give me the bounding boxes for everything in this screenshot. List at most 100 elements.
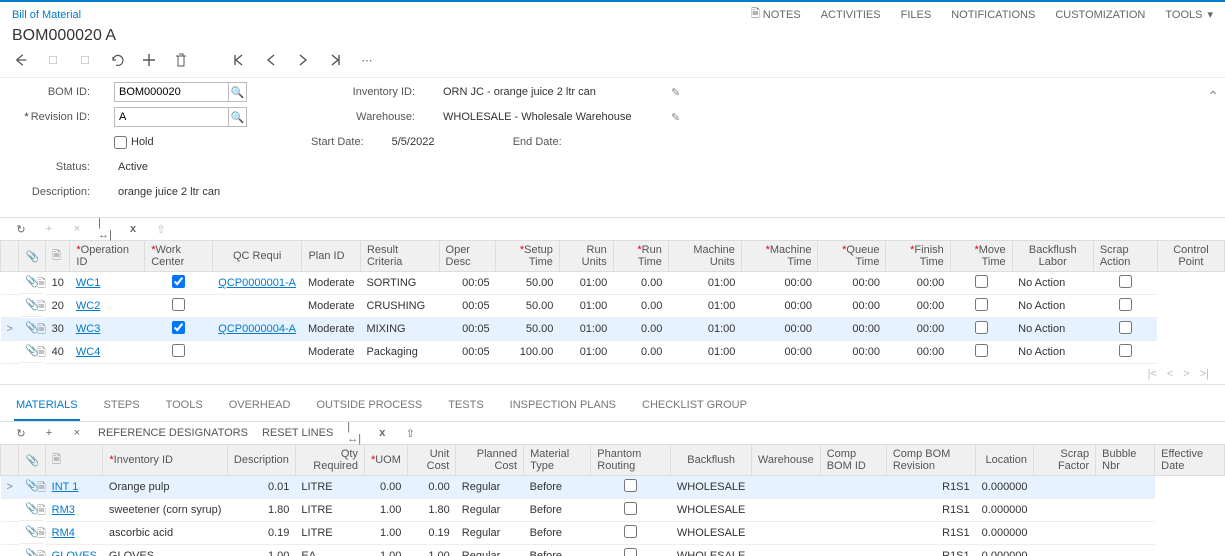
cell-scrap[interactable]: 0.000000	[976, 522, 1034, 545]
cell-uom[interactable]: LITRE	[295, 476, 364, 499]
row-expand-icon[interactable]	[1, 341, 19, 364]
tab-overhead[interactable]: OVERHEAD	[227, 393, 293, 421]
cell-backflush[interactable]	[591, 545, 671, 556]
col-queue-time[interactable]: *Queue Time	[818, 241, 886, 272]
mcol-planned-cost[interactable]: Planned Cost	[456, 445, 524, 476]
attachment-icon[interactable]: 📎	[19, 272, 31, 294]
cell-machine-time[interactable]: 01:00	[668, 295, 741, 318]
cell-qc[interactable]	[145, 318, 213, 341]
col-qc-requi[interactable]: QC Requi	[212, 241, 302, 272]
cell-comp-bom[interactable]	[751, 476, 820, 499]
cell-oper-desc[interactable]: MIXING	[360, 318, 439, 341]
cell-plan-id[interactable]: QCP0000001-A	[212, 272, 302, 295]
cell-queue-time[interactable]: 00:00	[741, 272, 818, 295]
attachment-icon[interactable]: 📎	[19, 318, 31, 340]
cell-inventory-id[interactable]: INT 1	[46, 476, 103, 499]
cell-qty[interactable]: 0.01	[227, 476, 295, 499]
cell-run-time[interactable]: 01:00	[559, 318, 613, 341]
cell-backflush[interactable]	[591, 499, 671, 522]
mcol-backflush[interactable]: Backflush	[671, 445, 751, 476]
table-row[interactable]: > 📎 🗎 30 WC3 QCP0000004-A Moderate MIXIN…	[1, 318, 1225, 341]
document-icon[interactable]: 🗎	[31, 499, 43, 521]
attachment-icon[interactable]: 📎	[19, 545, 31, 556]
cell-eff[interactable]	[1096, 476, 1155, 499]
mat-fit-button[interactable]: |↔|	[347, 426, 361, 440]
mcol-material-type[interactable]: Material Type	[524, 445, 591, 476]
cell-uom[interactable]: EA	[295, 545, 364, 556]
table-row[interactable]: > 📎 🗎 INT 1 Orange pulp 0.01 LITRE 0.00 …	[1, 476, 1225, 499]
ops-add-row-button[interactable]: +	[42, 222, 56, 236]
cell-work-center[interactable]: WC4	[70, 341, 145, 364]
menu-tools[interactable]: TOOLS	[1165, 8, 1213, 21]
mcol-comp-rev[interactable]: Comp BOM Revision	[886, 445, 975, 476]
ops-pager-prev[interactable]: <	[1167, 368, 1173, 380]
attachment-icon[interactable]: 📎	[19, 341, 31, 363]
tab-steps[interactable]: STEPS	[102, 393, 142, 421]
cell-machine-units[interactable]: 0.00	[613, 272, 668, 295]
cell-work-center[interactable]: WC2	[70, 295, 145, 318]
mat-add-row-button[interactable]: +	[42, 426, 56, 440]
cell-control-point[interactable]	[1093, 295, 1157, 318]
cell-queue-time[interactable]: 00:00	[741, 295, 818, 318]
document-icon[interactable]: 🗎	[31, 476, 43, 498]
cell-result-criteria[interactable]: Moderate	[302, 341, 360, 364]
cell-comp-bom[interactable]	[751, 522, 820, 545]
cell-run-time[interactable]: 01:00	[559, 295, 613, 318]
mcol-bubble[interactable]: Bubble Nbr	[1096, 445, 1155, 476]
document-icon[interactable]: 🗎	[31, 318, 43, 340]
undo-button[interactable]	[110, 53, 124, 67]
nav-last-button[interactable]	[328, 53, 342, 67]
cell-operation-id[interactable]: 30	[46, 318, 70, 341]
col-operation-id[interactable]: *Operation ID	[70, 241, 145, 272]
cell-bubble[interactable]	[1034, 545, 1096, 556]
cell-control-point[interactable]	[1093, 318, 1157, 341]
cell-planned-cost[interactable]: 1.00	[407, 545, 455, 556]
row-expand-icon[interactable]	[1, 272, 19, 295]
cell-material-type[interactable]: Regular	[456, 499, 524, 522]
add-button[interactable]	[142, 53, 156, 67]
cell-operation-id[interactable]: 40	[46, 341, 70, 364]
attachment-icon[interactable]: 📎	[19, 522, 31, 544]
ops-delete-row-button[interactable]: ×	[70, 222, 84, 236]
cell-qc[interactable]	[145, 272, 213, 295]
revision-id-lookup[interactable]: 🔍	[229, 107, 247, 127]
cell-inventory-id[interactable]: RM4	[46, 522, 103, 545]
cell-operation-id[interactable]: 20	[46, 295, 70, 318]
row-expand-icon[interactable]	[1, 499, 19, 522]
cell-backflush[interactable]	[950, 295, 1012, 318]
ops-refresh-button[interactable]: ↻	[14, 222, 28, 236]
mcol-description[interactable]: Description	[227, 445, 295, 476]
col-run-units[interactable]: Run Units	[559, 241, 613, 272]
cell-comp-rev[interactable]	[820, 545, 886, 556]
cell-uom[interactable]: LITRE	[295, 499, 364, 522]
cell-unit-cost[interactable]: 0.00	[364, 476, 407, 499]
col-oper-desc[interactable]: Oper Desc	[439, 241, 496, 272]
cell-uom[interactable]: LITRE	[295, 522, 364, 545]
cell-result-criteria[interactable]: Moderate	[302, 295, 360, 318]
mcol-eff[interactable]: Effective Date	[1155, 445, 1225, 476]
col-work-center[interactable]: *Work Center	[145, 241, 213, 272]
tab-materials[interactable]: MATERIALS	[14, 393, 80, 421]
row-expand-icon[interactable]: >	[1, 476, 19, 499]
cell-scrap-action[interactable]: No Action	[1012, 341, 1093, 364]
table-row[interactable]: 📎 🗎 40 WC4 Moderate Packaging 00:05 100.…	[1, 341, 1225, 364]
cell-move-time[interactable]: 00:00	[886, 272, 950, 295]
cell-plan-id[interactable]	[212, 295, 302, 318]
document-icon[interactable]: 🗎	[31, 272, 43, 294]
cell-machine-time[interactable]: 01:00	[668, 318, 741, 341]
document-icon[interactable]: 🗎	[31, 522, 43, 544]
nav-next-button[interactable]	[296, 53, 310, 67]
cell-unit-cost[interactable]: 1.00	[364, 522, 407, 545]
bom-id-lookup[interactable]: 🔍	[229, 82, 247, 102]
cell-run-units[interactable]: 50.00	[496, 272, 560, 295]
cell-setup-time[interactable]: 00:05	[439, 318, 496, 341]
collapse-form-icon[interactable]: ⌃	[1207, 88, 1219, 105]
menu-files[interactable]: FILES	[901, 9, 932, 21]
tab-checklist-group[interactable]: CHECKLIST GROUP	[640, 393, 749, 421]
row-expand-icon[interactable]	[1, 295, 19, 318]
cell-oper-desc[interactable]: SORTING	[360, 272, 439, 295]
cell-description[interactable]: ascorbic acid	[103, 522, 228, 545]
col-run-time[interactable]: *Run Time	[613, 241, 668, 272]
table-row[interactable]: 📎 🗎 RM4 ascorbic acid 0.19 LITRE 1.00 0.…	[1, 522, 1225, 545]
mcol-scrap[interactable]: Scrap Factor	[1034, 445, 1096, 476]
